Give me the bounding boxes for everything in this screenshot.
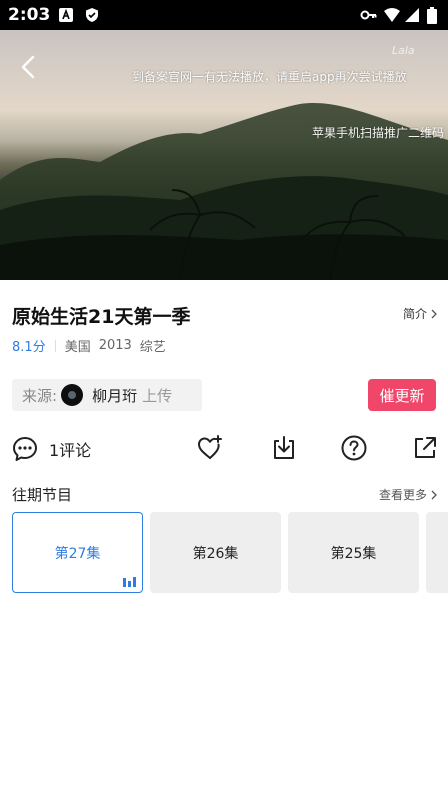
view-more-label: 查看更多 [378, 488, 427, 502]
episode-item[interactable]: 第27集 [12, 512, 143, 593]
meta-divider [54, 339, 56, 352]
show-score: 8.1分 [12, 340, 46, 355]
status-time: 2:03 [8, 5, 51, 25]
video-notice-text: 到备案官网一有无法播放，请重启app再次尝试播放 [132, 70, 407, 84]
episode-label: 第26集 [192, 545, 239, 562]
uploader-avatar [61, 384, 84, 406]
episode-item[interactable]: 第26集 [150, 512, 281, 593]
cellular-icon [405, 8, 419, 22]
urge-update-button[interactable]: 催更新 [368, 379, 436, 411]
back-button[interactable] [14, 52, 44, 82]
comment-count: 1评论 [49, 441, 92, 460]
uploader-name: 柳月珩 [92, 386, 138, 405]
status-bar: 2:03 [0, 0, 448, 30]
share-icon[interactable] [411, 434, 439, 462]
uploaded-label: 上传 [142, 386, 173, 405]
comment-icon [13, 437, 37, 461]
show-title: 原始生活21天第一季 [12, 306, 191, 328]
intro-button[interactable]: 简介 [403, 305, 438, 322]
show-meta: 8.1分 美国 2013 综艺 [12, 336, 174, 355]
battery-icon [427, 7, 437, 24]
episode-item[interactable]: 第25集 [288, 512, 419, 593]
show-region: 美国 [64, 340, 91, 355]
episode-label: 第25集 [330, 545, 377, 562]
video-promo-text: 苹果手机扫描推广二维码 [312, 126, 445, 140]
video-watermark: Lala [392, 44, 415, 57]
vpn-key-icon [360, 10, 377, 20]
view-more-button[interactable]: 查看更多 [379, 486, 438, 503]
intro-label: 简介 [402, 307, 427, 321]
chevron-right-icon [431, 309, 437, 318]
shield-icon [86, 8, 98, 22]
wifi-icon [384, 8, 400, 22]
episode-list[interactable]: 第27集 第26集 第25集 [12, 512, 448, 593]
help-icon[interactable] [340, 434, 368, 462]
now-playing-icon [123, 577, 137, 587]
comment-button[interactable]: 1评论 [11, 434, 91, 464]
show-year: 2013 [98, 338, 132, 353]
show-genre: 综艺 [139, 340, 166, 355]
notification-a-icon [59, 8, 73, 22]
episode-label: 第27集 [54, 545, 101, 562]
source-box[interactable]: 来源: 柳月珩 上传 [12, 379, 202, 411]
source-label: 来源: [22, 386, 58, 405]
favorite-add-icon[interactable] [196, 434, 224, 462]
chevron-right-icon [431, 490, 437, 499]
episode-item-partial[interactable] [426, 512, 448, 593]
video-player[interactable]: Lala 到备案官网一有无法播放，请重启app再次尝试播放 苹果手机扫描推广二维… [0, 30, 448, 280]
episodes-section-title: 往期节目 [12, 486, 73, 504]
download-icon[interactable] [270, 434, 298, 462]
